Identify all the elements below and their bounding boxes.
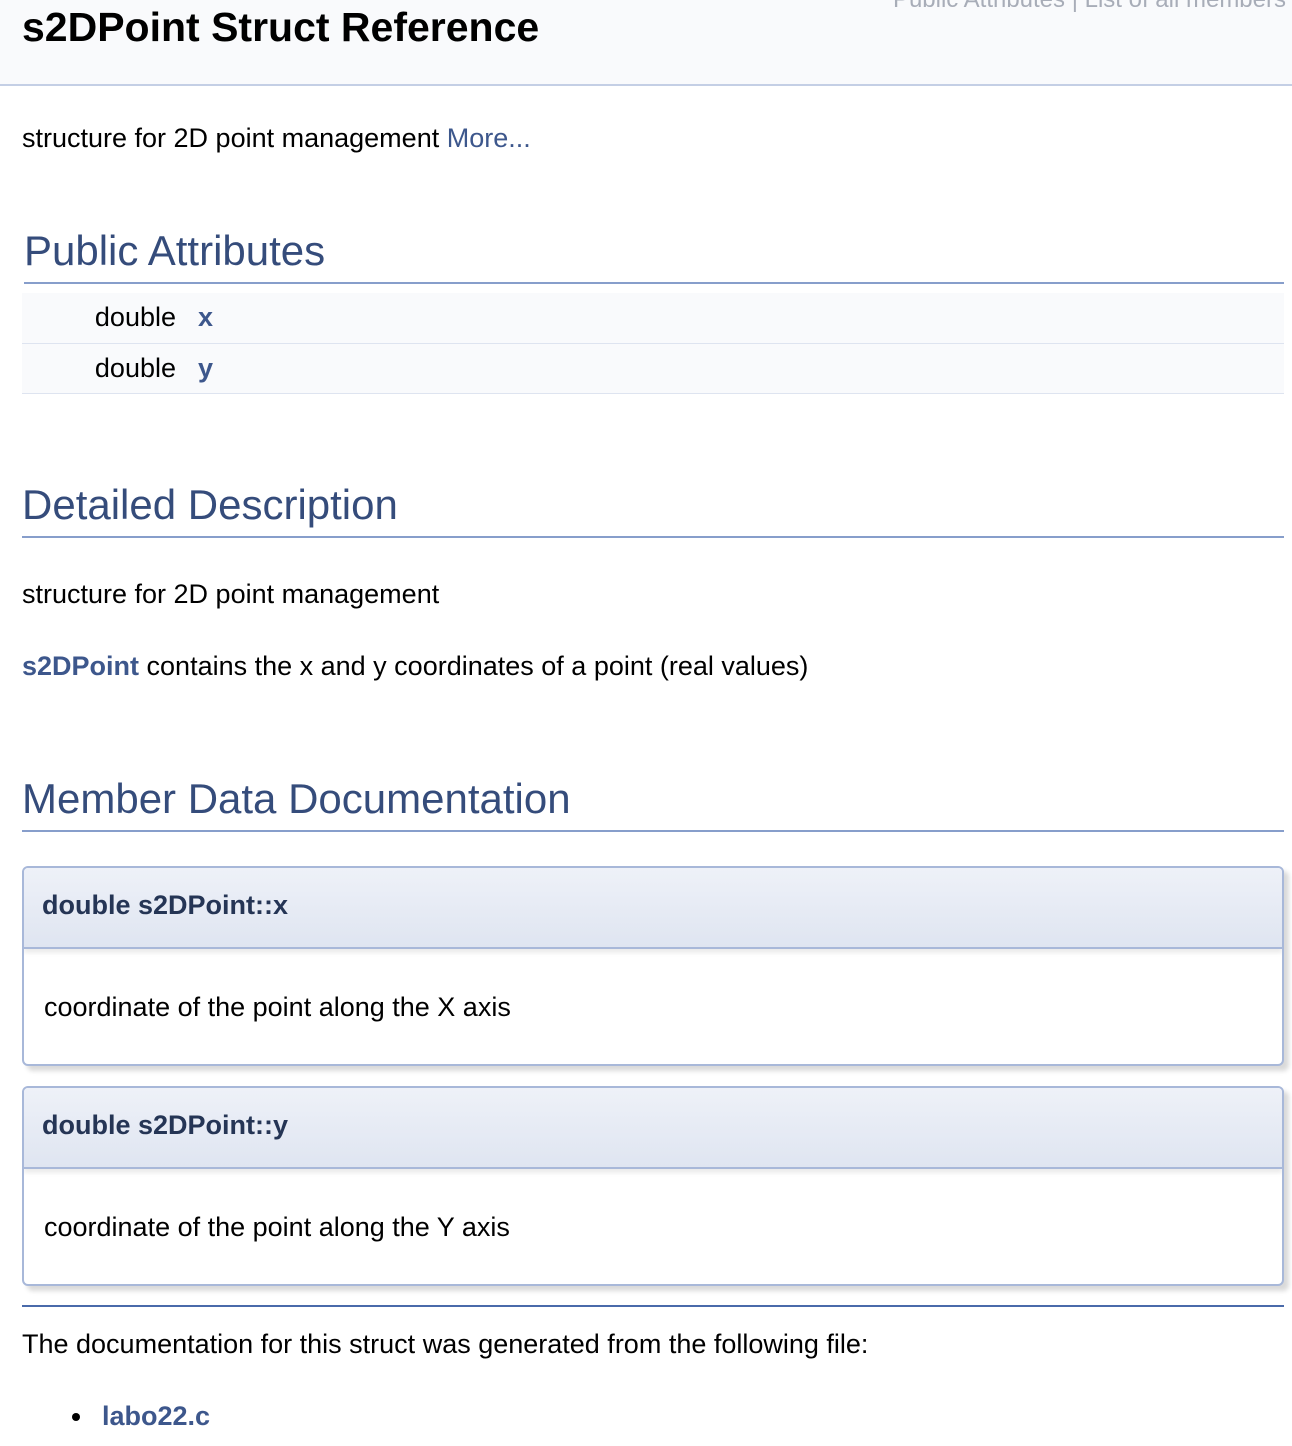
file-list: labo22.c: [22, 1399, 210, 1433]
table-row: double x: [22, 293, 1284, 343]
member-doc-x: double s2DPoint::x coordinate of the poi…: [22, 866, 1284, 1066]
member-prototype: double s2DPoint::x: [24, 868, 1282, 949]
brief-description: structure for 2D point management More..…: [22, 121, 531, 155]
member-type: double: [94, 302, 176, 333]
member-link-x[interactable]: x: [198, 302, 213, 332]
member-prototype: double s2DPoint::y: [24, 1088, 1282, 1169]
member-doc-y: double s2DPoint::y coordinate of the poi…: [22, 1086, 1284, 1286]
member-name-cell: y: [198, 343, 1284, 393]
member-doc-text: coordinate of the point along the X axis: [44, 992, 511, 1022]
member-link-y[interactable]: y: [198, 353, 213, 383]
list-item: labo22.c: [22, 1399, 210, 1433]
member-doc-text: coordinate of the point along the Y axis: [44, 1212, 510, 1242]
public-attributes-table: double x double y: [22, 293, 1284, 394]
member-doc-body: coordinate of the point along the Y axis: [24, 1169, 1282, 1284]
member-type: double: [94, 352, 176, 383]
member-name-cell: x: [198, 293, 1284, 343]
page-title: s2DPoint Struct Reference: [22, 4, 540, 50]
description-paragraph: structure for 2D point management: [22, 579, 440, 609]
footer-divider: [22, 1305, 1284, 1307]
member-doc-body: coordinate of the point along the X axis: [24, 949, 1282, 1064]
table-row: double y: [22, 343, 1284, 393]
member-signature: double s2DPoint::x: [42, 890, 289, 920]
footer-text: The documentation for this struct was ge…: [22, 1329, 869, 1359]
page-header: Public Attributes | List of all members …: [0, 0, 1292, 86]
member-data-heading: Member Data Documentation: [22, 774, 1284, 832]
description-paragraph: s2DPoint contains the x and y coordinate…: [22, 649, 808, 683]
bullet-icon: [72, 1413, 80, 1421]
summary-links[interactable]: Public Attributes | List of all members: [893, 0, 1286, 14]
member-signature: double s2DPoint::y: [42, 1110, 289, 1140]
detailed-description-heading: Detailed Description: [22, 480, 1284, 538]
struct-link[interactable]: s2DPoint: [22, 651, 139, 681]
more-link[interactable]: More...: [447, 123, 531, 153]
file-link[interactable]: labo22.c: [102, 1401, 210, 1431]
description-text: contains the x and y coordinates of a po…: [139, 651, 809, 681]
public-attributes-heading: Public Attributes: [24, 226, 1284, 284]
brief-text: structure for 2D point management: [22, 123, 447, 153]
